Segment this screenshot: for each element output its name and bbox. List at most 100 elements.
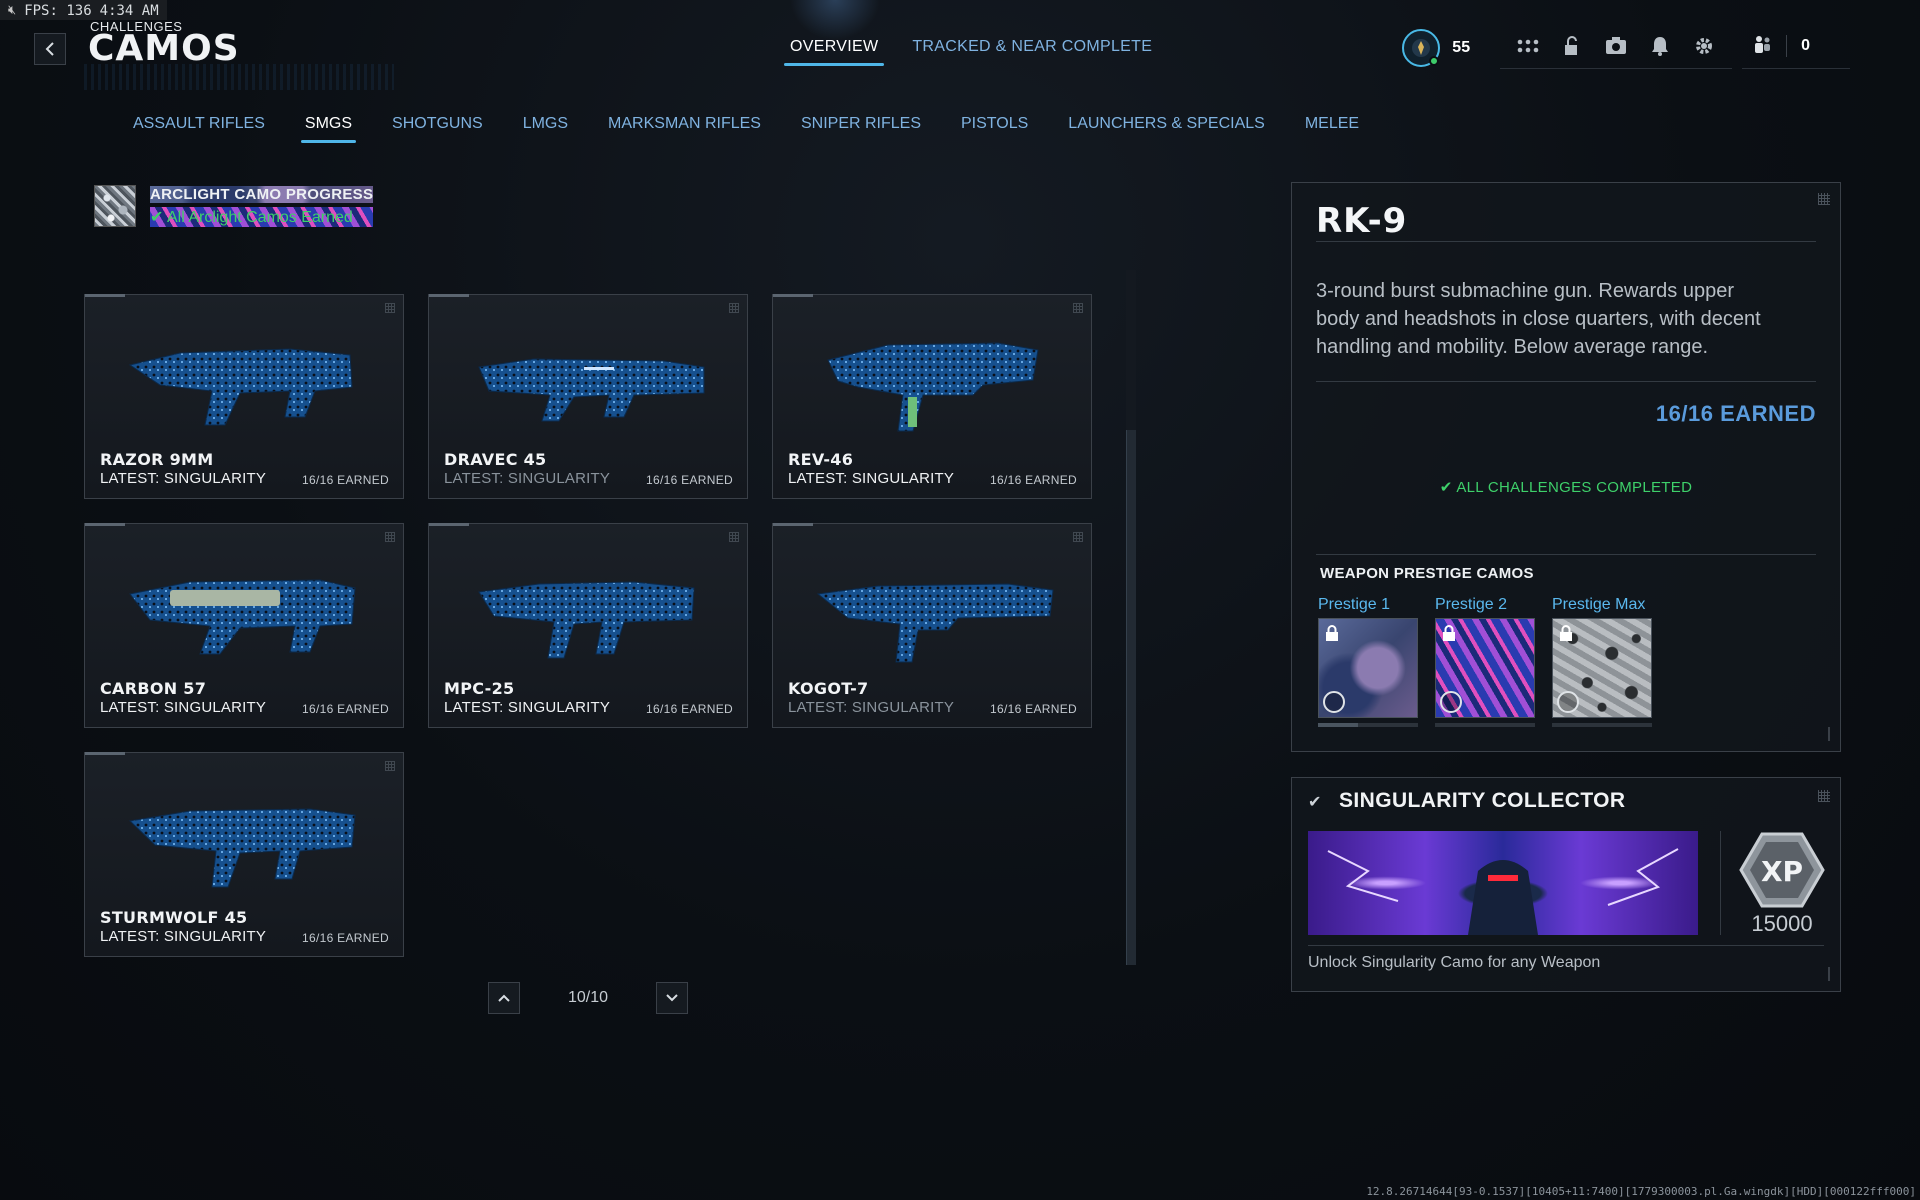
chevron-left-icon: [45, 42, 54, 56]
weapon-latest-camo: LATEST: SINGULARITY: [100, 470, 267, 487]
weapon-name: MPC-25: [444, 679, 515, 698]
weapon-card-carbon-57[interactable]: CARBON 57 LATEST: SINGULARITY 16/16 EARN…: [84, 523, 404, 728]
page-down-button[interactable]: [656, 982, 688, 1014]
bell-icon[interactable]: [1648, 34, 1672, 58]
weapon-card-kogot-7[interactable]: KOGOT-7 LATEST: SINGULARITY 16/16 EARNED: [772, 523, 1092, 728]
chevron-down-icon: [666, 994, 678, 1002]
gear-icon[interactable]: [1692, 34, 1716, 58]
header-decoration: [84, 64, 394, 90]
party-count: 0: [1801, 36, 1810, 54]
smg-icon: [827, 342, 1039, 432]
smg-icon: [128, 808, 356, 888]
top-tabs: OVERVIEW TRACKED & NEAR COMPLETE: [783, 38, 1152, 66]
corner-grid-icon: [385, 303, 395, 313]
xp-label: XP: [1761, 855, 1803, 888]
unlock-icon[interactable]: [1560, 34, 1584, 58]
tab-overview[interactable]: OVERVIEW: [783, 38, 885, 66]
divider: [1316, 241, 1816, 242]
prestige-camo-tile: [1435, 618, 1535, 718]
tab-smgs[interactable]: SMGS: [300, 115, 357, 143]
corner-grid-icon: [1073, 303, 1083, 313]
fps-counter: FPS: 136: [24, 2, 92, 19]
weapon-latest-camo: LATEST: SINGULARITY: [788, 470, 955, 487]
prestige-camo-2[interactable]: Prestige 2: [1435, 596, 1535, 727]
weapon-name: REV-46: [788, 450, 854, 469]
detail-earned-count: 16/16 EARNED: [1655, 401, 1816, 426]
prestige-camos: Prestige 1 Prestige 2 Prestige Max: [1318, 596, 1652, 727]
weapon-card-rev-46[interactable]: REV-46 LATEST: SINGULARITY 16/16 EARNED: [772, 294, 1092, 499]
back-button[interactable]: [34, 33, 66, 65]
arclight-progress[interactable]: ARCLIGHT CAMO PROGRESS ✔︎ All Arclight C…: [94, 185, 374, 227]
prestige-label: Prestige 2: [1435, 596, 1508, 613]
weapon-grid: RAZOR 9MM LATEST: SINGULARITY 16/16 EARN…: [84, 294, 1092, 957]
prestige-camo-max[interactable]: Prestige Max: [1552, 596, 1652, 727]
fps-overlay: 🔇︎ FPS: 136 4:34 AM: [0, 0, 167, 20]
apps-grid-icon[interactable]: [1516, 34, 1540, 58]
collector-reward-banner: [1308, 831, 1698, 935]
prestige-progress-bar: [1552, 723, 1652, 727]
party-group: 0: [1742, 28, 1850, 69]
tab-tracked-near-complete[interactable]: TRACKED & NEAR COMPLETE: [912, 38, 1152, 66]
divider: [1316, 554, 1816, 555]
smg-icon: [478, 581, 695, 659]
rank-badge[interactable]: [1402, 29, 1441, 67]
weapon-earned-count: 16/16 EARNED: [302, 702, 389, 716]
tab-lmgs[interactable]: LMGS: [523, 115, 568, 143]
tab-pistols[interactable]: PISTOLS: [961, 115, 1028, 143]
tab-launchers-specials[interactable]: LAUNCHERS & SPECIALS: [1068, 115, 1265, 143]
tab-marksman-rifles[interactable]: MARKSMAN RIFLES: [608, 115, 761, 143]
page-title: CAMOS: [88, 28, 240, 69]
detail-weapon-name: RK-9: [1316, 201, 1408, 241]
divider: [1786, 34, 1788, 57]
weapon-name: STURMWOLF 45: [100, 908, 248, 927]
divider: [1308, 945, 1824, 946]
weapon-card-sturmwolf-45[interactable]: STURMWOLF 45 LATEST: SINGULARITY 16/16 E…: [84, 752, 404, 957]
prestige-label: Prestige Max: [1552, 596, 1646, 613]
prestige-badge-icon: [1557, 691, 1579, 713]
prestige-camo-1[interactable]: Prestige 1: [1318, 596, 1418, 727]
smg-icon: [478, 358, 705, 422]
weapon-name: DRAVEC 45: [444, 450, 547, 469]
scrollbar[interactable]: [1126, 270, 1136, 965]
prestige-camos-title: WEAPON PRESTIGE CAMOS: [1320, 565, 1534, 582]
divider: [1720, 831, 1721, 935]
tab-melee[interactable]: MELEE: [1305, 115, 1359, 143]
chevron-up-icon: [498, 994, 510, 1002]
check-icon: ✔︎: [1308, 792, 1322, 811]
weapon-earned-count: 16/16 EARNED: [646, 473, 733, 487]
collector-title: SINGULARITY COLLECTOR: [1339, 789, 1626, 812]
prestige-progress-fill: [1318, 723, 1358, 727]
online-status-dot: [1429, 56, 1440, 66]
header-icon-group: [1500, 28, 1733, 69]
weapon-name: KOGOT-7: [788, 679, 869, 698]
tab-assault-rifles[interactable]: ASSAULT RIFLES: [133, 115, 265, 143]
collector-description: Unlock Singularity Camo for any Weapon: [1308, 954, 1601, 971]
weapon-card-dravec-45[interactable]: DRAVEC 45 LATEST: SINGULARITY 16/16 EARN…: [428, 294, 748, 499]
corner-grid-icon: [729, 532, 739, 542]
scrollbar-thumb[interactable]: [1126, 430, 1136, 965]
corner-grid-icon: [1073, 532, 1083, 542]
clock: 4:34 AM: [99, 2, 159, 19]
weapon-earned-count: 16/16 EARNED: [990, 473, 1077, 487]
weapon-earned-count: 16/16 EARNED: [646, 702, 733, 716]
status-bar: 55 0: [1402, 28, 1850, 69]
corner-grid-icon: [385, 532, 395, 542]
corner-grid-icon: [1818, 790, 1830, 802]
prestige-progress-bar: [1318, 723, 1418, 727]
weapon-latest-camo: LATEST: SINGULARITY: [100, 928, 267, 945]
page-up-button[interactable]: [488, 982, 520, 1014]
weapon-card-mpc-25[interactable]: MPC-25 LATEST: SINGULARITY 16/16 EARNED: [428, 523, 748, 728]
party-icon[interactable]: [1752, 34, 1772, 58]
prestige-badge-icon: [1323, 691, 1345, 713]
prestige-badge-icon: [1440, 691, 1462, 713]
tab-sniper-rifles[interactable]: SNIPER RIFLES: [801, 115, 921, 143]
weapon-earned-count: 16/16 EARNED: [302, 473, 389, 487]
weapon-detail-panel: RK-9 3-round burst submachine gun. Rewar…: [1291, 182, 1841, 752]
xp-reward-value: 15000: [1751, 911, 1813, 936]
weapon-latest-camo: LATEST: SINGULARITY: [100, 699, 267, 716]
singularity-collector-panel[interactable]: ✔︎ SINGULARITY COLLECTOR XP 15000 Unlock…: [1291, 777, 1841, 992]
player-level: 55: [1452, 39, 1471, 56]
tab-shotguns[interactable]: SHOTGUNS: [392, 115, 483, 143]
weapon-card-razor-9mm[interactable]: RAZOR 9MM LATEST: SINGULARITY 16/16 EARN…: [84, 294, 404, 499]
camera-icon[interactable]: [1604, 34, 1628, 58]
